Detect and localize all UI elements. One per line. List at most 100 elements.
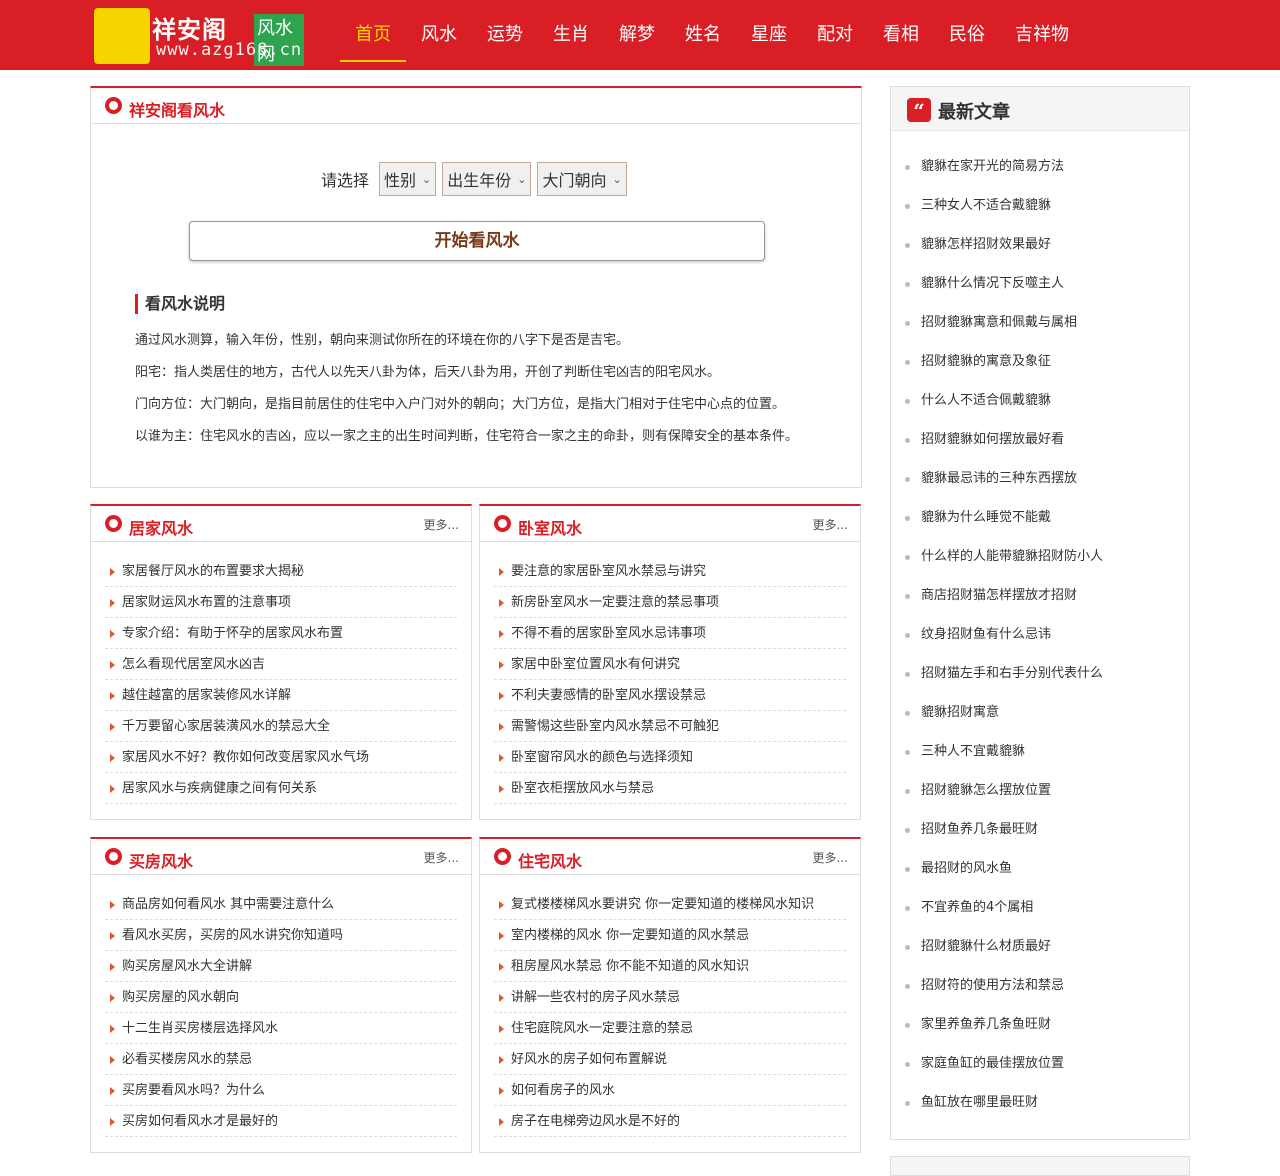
list-item[interactable]: 十二生肖买房楼层选择风水: [105, 1013, 457, 1044]
latest-article-item[interactable]: 三种女人不适合戴貔貅: [891, 191, 1189, 230]
main-nav: 首页 风水 运势 生肖 解梦 姓名 星座 配对 看相 民俗 吉祥物: [340, 0, 1084, 70]
list-item[interactable]: 家居中卧室位置风水有何讲究: [494, 649, 846, 680]
latest-article-item[interactable]: 什么人不适合佩戴貔貅: [891, 386, 1189, 425]
nav-item-folklore[interactable]: 民俗: [934, 0, 1000, 62]
nav-item-home[interactable]: 首页: [340, 0, 406, 62]
list-item[interactable]: 居家财运风水布置的注意事项: [105, 587, 457, 618]
list-item[interactable]: 怎么看现代居室风水凶吉: [105, 649, 457, 680]
latest-article-item[interactable]: 招财猫左手和右手分别代表什么: [891, 659, 1189, 698]
latest-article-item[interactable]: 招财貔貅怎么摆放位置: [891, 776, 1189, 815]
list-item[interactable]: 专家介绍：有助于怀孕的居家风水布置: [105, 618, 457, 649]
latest-article-item[interactable]: 貔貅最忌讳的三种东西摆放: [891, 464, 1189, 503]
latest-article-item[interactable]: 商店招财猫怎样摆放才招财: [891, 581, 1189, 620]
more-link[interactable]: 更多...: [424, 849, 459, 866]
flower-icon: [105, 97, 122, 114]
nav-item-fengshui[interactable]: 风水: [406, 0, 472, 62]
section-header: 住宅风水 更多...: [480, 839, 860, 875]
latest-article-item[interactable]: 招财貔貅寓意和佩戴与属相: [891, 308, 1189, 347]
list-item[interactable]: 新房卧室风水一定要注意的禁忌事项: [494, 587, 846, 618]
panel-header: 祥安阁看风水: [91, 88, 861, 124]
latest-article-item[interactable]: 貔貅招财寓意: [891, 698, 1189, 737]
list-item[interactable]: 如何看房子的风水: [494, 1075, 846, 1106]
flower-icon: [494, 848, 511, 865]
list-item[interactable]: 购买房屋风水大全讲解: [105, 951, 457, 982]
chevron-down-icon: ⌄: [422, 172, 432, 186]
nav-item-constellation[interactable]: 星座: [736, 0, 802, 62]
list-item[interactable]: 家居风水不好？教你如何改变居家风水气场: [105, 742, 457, 773]
start-fengshui-button[interactable]: 开始看风水: [189, 221, 765, 261]
section-bedroom-fengshui: 卧室风水 更多... 要注意的家居卧室风水禁忌与讲究 新房卧室风水一定要注意的禁…: [479, 504, 861, 820]
latest-article-item[interactable]: 招财貔貅什么材质最好: [891, 932, 1189, 971]
latest-article-item[interactable]: 貔貅什么情况下反噬主人: [891, 269, 1189, 308]
section-title[interactable]: 居家风水: [129, 515, 193, 539]
latest-article-item[interactable]: 家里养鱼养几条鱼旺财: [891, 1010, 1189, 1049]
list-item[interactable]: 不利夫妻感情的卧室风水摆设禁忌: [494, 680, 846, 711]
list-item[interactable]: 买房如何看风水才是最好的: [105, 1106, 457, 1137]
nav-item-fortune[interactable]: 运势: [472, 0, 538, 62]
main-content: 祥安阁看风水 请选择 性别 ⌄ 出生年份 ⌄ 大门朝向 ⌄ 开始看风水 看风水说明 通…: [90, 86, 862, 1153]
nav-item-dream[interactable]: 解梦: [604, 0, 670, 62]
latest-article-item[interactable]: 貔貅在家开光的简易方法: [891, 152, 1189, 191]
article-list: 要注意的家居卧室风水禁忌与讲究 新房卧室风水一定要注意的禁忌事项 不得不看的居家…: [494, 556, 846, 804]
latest-article-item[interactable]: 貔貅为什么睡觉不能戴: [891, 503, 1189, 542]
logo-url: www.azg168.cn: [156, 40, 303, 60]
list-item[interactable]: 要注意的家居卧室风水禁忌与讲究: [494, 556, 846, 587]
list-item[interactable]: 室内楼梯的风水 你一定要知道的风水禁忌: [494, 920, 846, 951]
list-item[interactable]: 千万要留心家居装潢风水的禁忌大全: [105, 711, 457, 742]
gender-select[interactable]: 性别 ⌄: [379, 162, 437, 196]
birth-year-select[interactable]: 出生年份 ⌄: [442, 162, 532, 196]
latest-article-item[interactable]: 纹身招财鱼有什么忌讳: [891, 620, 1189, 659]
list-item[interactable]: 卧室衣柜摆放风水与禁忌: [494, 773, 846, 804]
fengshui-tool-panel: 祥安阁看风水 请选择 性别 ⌄ 出生年份 ⌄ 大门朝向 ⌄ 开始看风水 看风水说明 通…: [90, 86, 862, 488]
desc-paragraph: 阳宅：指人类居住的地方，古代人以先天八卦为体，后天八卦为用，开创了判断住宅凶吉的…: [135, 365, 721, 380]
more-link[interactable]: 更多...: [813, 849, 848, 866]
list-item[interactable]: 房子在电梯旁边风水是不好的: [494, 1106, 846, 1137]
latest-article-item[interactable]: 招财貔貅的寓意及象征: [891, 347, 1189, 386]
nav-item-name[interactable]: 姓名: [670, 0, 736, 62]
list-item[interactable]: 不得不看的居家卧室风水忌讳事项: [494, 618, 846, 649]
article-list: 家居餐厅风水的布置要求大揭秘 居家财运风水布置的注意事项 专家介绍：有助于怀孕的…: [105, 556, 457, 804]
list-item[interactable]: 复式楼楼梯风水要讲究 你一定要知道的楼梯风水知识: [494, 889, 846, 920]
list-item[interactable]: 租房屋风水禁忌 你不能不知道的风水知识: [494, 951, 846, 982]
list-item[interactable]: 卧室窗帘风水的颜色与选择须知: [494, 742, 846, 773]
list-item[interactable]: 购买房屋的风水朝向: [105, 982, 457, 1013]
list-item[interactable]: 看风水买房，买房的风水讲究你知道吗: [105, 920, 457, 951]
latest-article-item[interactable]: 招财符的使用方法和禁忌: [891, 971, 1189, 1010]
list-item[interactable]: 住宅庭院风水一定要注意的禁忌: [494, 1013, 846, 1044]
site-logo[interactable]: 祥安阁 风水网 www.azg168.cn: [94, 8, 304, 66]
chevron-down-icon: ⌄: [612, 172, 622, 186]
section-house-buying-fengshui: 买房风水 更多... 商品房如何看风水 其中需要注意什么 看风水买房，买房的风水…: [90, 837, 472, 1153]
latest-article-item[interactable]: 最招财的风水鱼: [891, 854, 1189, 893]
latest-article-item[interactable]: 招财鱼养几条最旺财: [891, 815, 1189, 854]
section-title[interactable]: 买房风水: [129, 848, 193, 872]
more-link[interactable]: 更多...: [424, 516, 459, 533]
latest-article-item[interactable]: 招财貔貅如何摆放最好看: [891, 425, 1189, 464]
list-item[interactable]: 好风水的房子如何布置解说: [494, 1044, 846, 1075]
list-item[interactable]: 商品房如何看风水 其中需要注意什么: [105, 889, 457, 920]
latest-article-item[interactable]: 貔貅怎样招财效果最好: [891, 230, 1189, 269]
latest-articles-sidebar: “ 最新文章 貔貅在家开光的简易方法 三种女人不适合戴貔貅 貔貅怎样招财效果最好…: [890, 86, 1190, 1140]
section-title[interactable]: 住宅风水: [518, 848, 582, 872]
latest-article-item[interactable]: 三种人不宜戴貔貅: [891, 737, 1189, 776]
list-item[interactable]: 必看买楼房风水的禁忌: [105, 1044, 457, 1075]
list-item[interactable]: 需警惕这些卧室内风水禁忌不可触犯: [494, 711, 846, 742]
nav-item-mascot[interactable]: 吉祥物: [1000, 0, 1084, 62]
list-item[interactable]: 买房要看风水吗？为什么: [105, 1075, 457, 1106]
latest-article-item[interactable]: 不宜养鱼的4个属相: [891, 893, 1189, 932]
flower-icon: [105, 515, 122, 532]
nav-item-match[interactable]: 配对: [802, 0, 868, 62]
list-item[interactable]: 居家风水与疾病健康之间有何关系: [105, 773, 457, 804]
list-item[interactable]: 家居餐厅风水的布置要求大揭秘: [105, 556, 457, 587]
latest-article-item[interactable]: 家庭鱼缸的最佳摆放位置: [891, 1049, 1189, 1088]
latest-article-item[interactable]: 什么样的人能带貔貅招财防小人: [891, 542, 1189, 581]
list-item[interactable]: 越住越富的居家装修风水详解: [105, 680, 457, 711]
nav-item-zodiac[interactable]: 生肖: [538, 0, 604, 62]
gender-select-value: 性别: [384, 171, 417, 190]
door-direction-select[interactable]: 大门朝向 ⌄: [537, 162, 627, 196]
latest-article-item[interactable]: 鱼缸放在哪里最旺财: [891, 1088, 1189, 1127]
section-title[interactable]: 卧室风水: [518, 515, 582, 539]
fengshui-form: 请选择 性别 ⌄ 出生年份 ⌄ 大门朝向 ⌄: [321, 162, 633, 196]
nav-item-physiognomy[interactable]: 看相: [868, 0, 934, 62]
list-item[interactable]: 讲解一些农村的房子风水禁忌: [494, 982, 846, 1013]
more-link[interactable]: 更多...: [813, 516, 848, 533]
